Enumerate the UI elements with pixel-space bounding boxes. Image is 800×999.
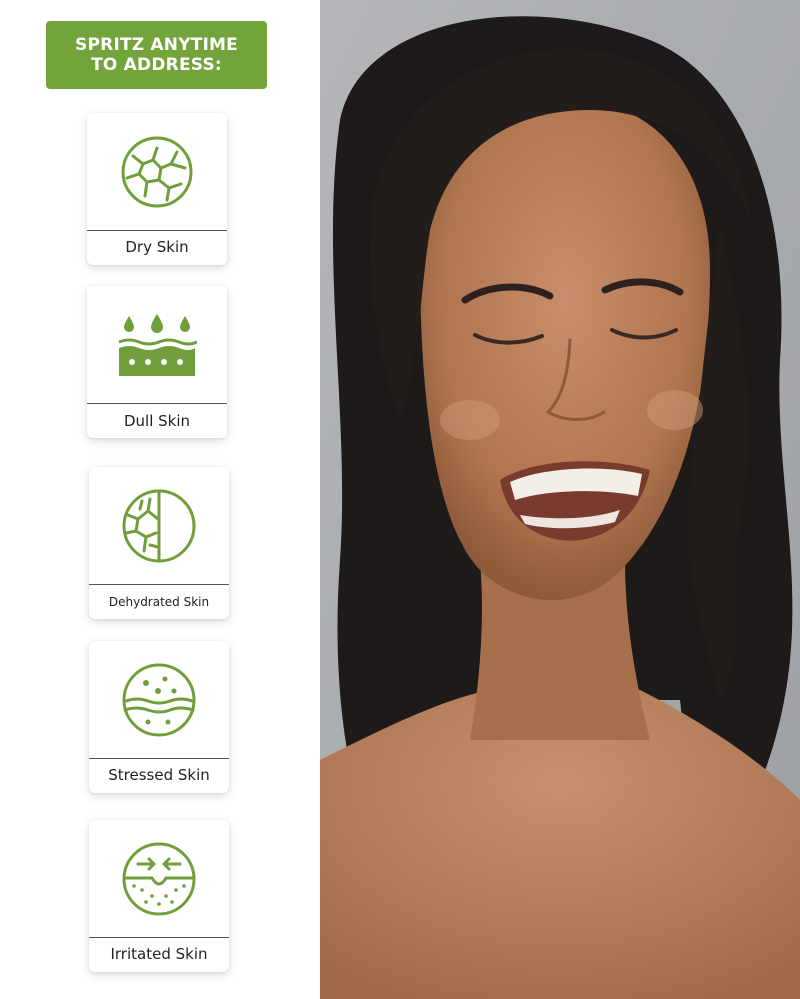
concern-card-dry-skin: Dry Skin bbox=[87, 113, 227, 265]
cracked-skin-circle-icon bbox=[87, 113, 227, 231]
concern-label: Dull Skin bbox=[123, 412, 191, 430]
skin-pores-arrows-circle-icon bbox=[89, 820, 229, 938]
portrait-photo bbox=[320, 0, 800, 999]
card-divider bbox=[89, 758, 229, 759]
headline-banner: SPRITZ ANYTIME TO ADDRESS: bbox=[46, 21, 267, 89]
concern-label: Dehydrated Skin bbox=[108, 595, 210, 609]
concern-label: Dry Skin bbox=[125, 238, 189, 256]
concern-card-dull-skin: Dull Skin bbox=[87, 286, 227, 438]
card-divider bbox=[87, 403, 227, 404]
concern-label: Irritated Skin bbox=[110, 945, 208, 963]
card-divider bbox=[89, 584, 229, 585]
concern-label: Stressed Skin bbox=[108, 766, 210, 784]
half-cracked-circle-icon bbox=[89, 467, 229, 585]
concern-card-dehydrated-skin: Dehydrated Skin bbox=[89, 467, 229, 619]
concern-card-irritated-skin: Irritated Skin bbox=[89, 820, 229, 972]
concern-card-stressed-skin: Stressed Skin bbox=[89, 641, 229, 793]
left-panel: SPRITZ ANYTIME TO ADDRESS: Dry Skin Dull… bbox=[0, 0, 320, 999]
card-divider bbox=[87, 230, 227, 231]
skin-layers-dots-circle-icon bbox=[89, 641, 229, 759]
card-divider bbox=[89, 937, 229, 938]
headline-text: SPRITZ ANYTIME TO ADDRESS: bbox=[75, 35, 238, 75]
skin-layer-droplets-icon bbox=[87, 286, 227, 404]
